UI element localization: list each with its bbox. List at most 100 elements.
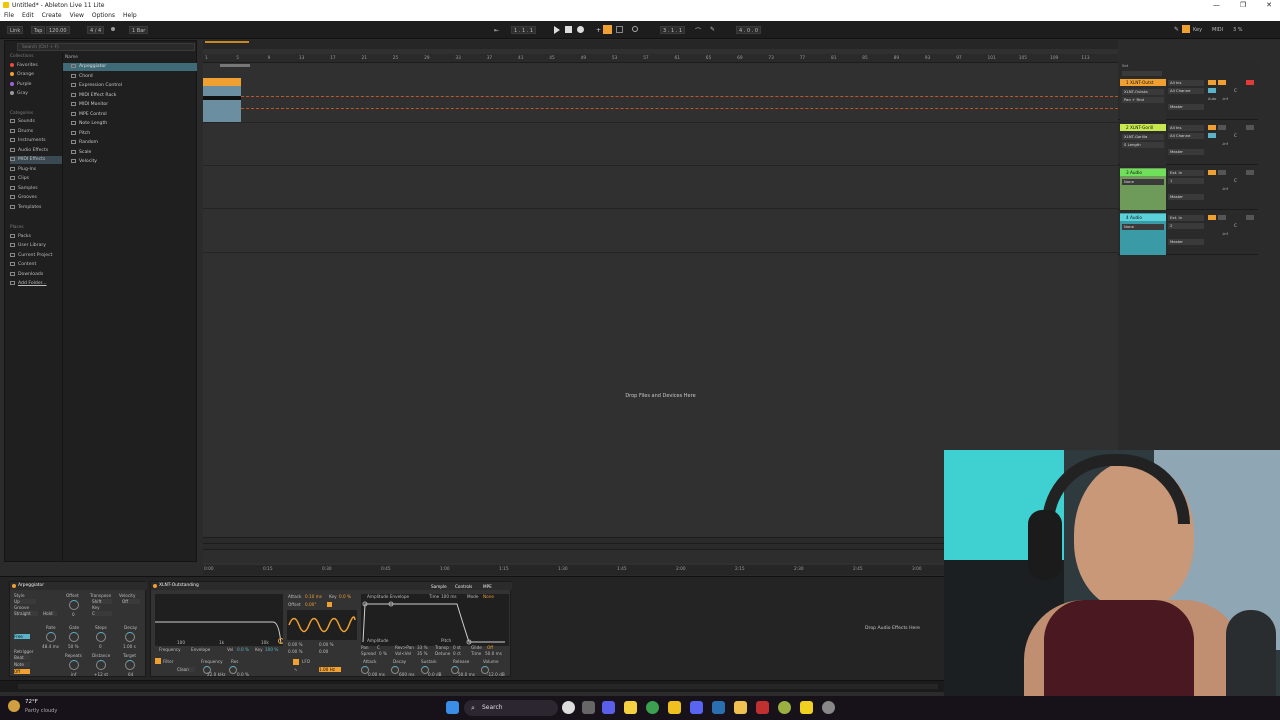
arpeggiator-device[interactable]: Arpeggiator Style Up Groove Straight Hol…: [9, 581, 147, 677]
app-blue-icon[interactable]: [712, 701, 725, 714]
env-target-amplitude[interactable]: Amplitude: [367, 638, 388, 643]
track-2-device-select[interactable]: XLNT-Gorilla: [1122, 134, 1164, 140]
arp-decay-knob[interactable]: [125, 632, 135, 642]
arp-style-select[interactable]: Up: [14, 599, 36, 604]
adsr-decay-knob[interactable]: [391, 666, 399, 674]
arp-transpose-select[interactable]: Shift: [92, 599, 112, 604]
sticky-notes-icon[interactable]: [624, 701, 637, 714]
track-3-output-select[interactable]: Master: [1168, 194, 1204, 200]
track-4-device-select[interactable]: None: [1122, 224, 1164, 230]
arp-hold-button[interactable]: Hold: [43, 611, 57, 616]
mixer-track-1[interactable]: 1 XLNT-Outst XLNT-Outsta Pan + Rnd All I…: [1118, 77, 1258, 120]
arp-repeats-knob[interactable]: [69, 660, 79, 670]
overview-strip[interactable]: [203, 40, 1118, 49]
amp-time-value[interactable]: 100 ms: [441, 594, 457, 599]
overdub-icon[interactable]: +: [596, 27, 601, 34]
track-3-device-select[interactable]: None: [1122, 179, 1164, 185]
arpeggiator-title[interactable]: Arpeggiator: [10, 582, 147, 590]
track-3-input-select[interactable]: Ext. In: [1168, 170, 1204, 176]
menu-help[interactable]: Help: [123, 11, 137, 21]
lfo-rate-value[interactable]: 1.00 Hz: [319, 667, 341, 672]
automation-line[interactable]: [241, 96, 1118, 97]
osc-offset-value[interactable]: 0.00°: [305, 602, 316, 607]
capture-icon[interactable]: [616, 26, 623, 33]
track-1-sub-select[interactable]: Pan + Rnd: [1122, 97, 1164, 103]
track-3-solo[interactable]: [1218, 170, 1226, 175]
osc-attack-value[interactable]: 0.10 ms: [305, 594, 322, 599]
mixer-track-2[interactable]: 2 XLNT-Gorill XLNT-Gorilla S Length All …: [1118, 122, 1258, 165]
midi-map-button[interactable]: MIDI: [1212, 27, 1223, 33]
arp-retrig-off[interactable]: Off: [14, 669, 30, 674]
maximize-icon[interactable]: ❐: [1240, 0, 1246, 11]
record-icon[interactable]: [577, 26, 584, 33]
mixer-track-4[interactable]: 4 Audio None Ext. In 2 Master C -inf: [1118, 212, 1258, 255]
file-pitch[interactable]: Pitch: [71, 129, 90, 138]
place-current-project[interactable]: Current Project: [10, 252, 62, 260]
weather-icon[interactable]: [8, 700, 20, 712]
tempo-field[interactable]: 120.00: [46, 26, 70, 34]
track-2-activator[interactable]: [1208, 125, 1216, 130]
track-4-input-select[interactable]: Ext. In: [1168, 215, 1204, 221]
track-2-volume-slider[interactable]: [1208, 133, 1216, 138]
synth-tab-controls[interactable]: Controls: [455, 584, 472, 589]
track-4-pan[interactable]: C: [1234, 223, 1237, 228]
rev-pan-value[interactable]: 33 %: [417, 645, 428, 650]
menu-view[interactable]: View: [70, 11, 84, 21]
menu-create[interactable]: Create: [42, 11, 62, 21]
menu-file[interactable]: File: [4, 11, 14, 21]
track-2-arm[interactable]: [1246, 125, 1254, 130]
filter-display[interactable]: [155, 594, 284, 646]
track-2-input-select[interactable]: All Ins: [1168, 125, 1204, 131]
pencil-icon[interactable]: ✎: [1174, 26, 1179, 33]
clip-1[interactable]: [203, 78, 241, 122]
app-red-icon[interactable]: [756, 701, 769, 714]
place-downloads[interactable]: Downloads: [10, 271, 62, 279]
osc-key-value[interactable]: 0.0 %: [339, 594, 351, 599]
track-1-channel-select[interactable]: All Channe: [1168, 88, 1204, 94]
synth-device[interactable]: XLNT-Outstanding Sample Controls MPE 100…: [150, 581, 512, 677]
arrangement-track-2[interactable]: [203, 124, 1118, 166]
track-3-channel-select[interactable]: 1: [1168, 178, 1204, 184]
track-1-device-select[interactable]: XLNT-Outsta: [1122, 89, 1164, 95]
track-1-input-select[interactable]: All Ins: [1168, 80, 1204, 86]
app-green-icon[interactable]: [778, 701, 791, 714]
track-4-solo[interactable]: [1218, 215, 1226, 220]
arp-offset-knob[interactable]: [69, 600, 79, 610]
collection-purple[interactable]: Purple: [10, 81, 62, 89]
weather-temp[interactable]: 72°F: [25, 699, 38, 705]
file-midi-monitor[interactable]: MIDI Monitor: [71, 100, 108, 109]
time-signature-field[interactable]: 4 / 4: [87, 26, 105, 34]
arp-steps-knob[interactable]: [96, 632, 106, 642]
loop-length-field[interactable]: 4 . 0 . 0: [736, 26, 762, 34]
teams-icon[interactable]: [602, 701, 615, 714]
track-1-solo[interactable]: [1218, 80, 1226, 85]
filter-key-value[interactable]: 100 %: [265, 647, 278, 652]
file-random[interactable]: Random: [71, 138, 98, 147]
discord-icon[interactable]: [690, 701, 703, 714]
arp-key-select[interactable]: C: [92, 611, 112, 616]
arp-rate-knob[interactable]: [46, 632, 56, 642]
track-1-volume-slider[interactable]: [1208, 88, 1216, 93]
category-midi-effects[interactable]: MIDI Effects: [10, 156, 62, 164]
collection-orange[interactable]: Orange: [10, 71, 62, 79]
glide-value[interactable]: Off: [487, 645, 493, 650]
arp-retrig-beat[interactable]: Beat: [14, 655, 30, 660]
taskbar-search-input[interactable]: ⌕ Search: [464, 700, 558, 716]
category-plug-ins[interactable]: Plug-Ins: [10, 166, 62, 174]
env-target-pitch[interactable]: Pitch: [441, 638, 451, 643]
glide-time-value[interactable]: 50.0 ms: [485, 651, 502, 656]
file-velocity[interactable]: Velocity: [71, 157, 97, 166]
stop-icon[interactable]: [565, 26, 572, 33]
track-4-name[interactable]: 4 Audio: [1120, 214, 1166, 221]
filter-res-knob[interactable]: [229, 666, 237, 674]
amp-mode-value[interactable]: None: [483, 594, 494, 599]
track-3-activator[interactable]: [1208, 170, 1216, 175]
menu-edit[interactable]: Edit: [22, 11, 34, 21]
category-samples[interactable]: Samples: [10, 185, 62, 193]
track-2-pan[interactable]: C: [1234, 133, 1237, 138]
synth-tab-sample[interactable]: Sample: [431, 584, 447, 589]
spread-value[interactable]: 0 %: [379, 651, 387, 656]
app-yellow-icon[interactable]: [668, 701, 681, 714]
filter-type-select[interactable]: Clean: [177, 667, 195, 672]
minimize-icon[interactable]: —: [1213, 0, 1220, 11]
